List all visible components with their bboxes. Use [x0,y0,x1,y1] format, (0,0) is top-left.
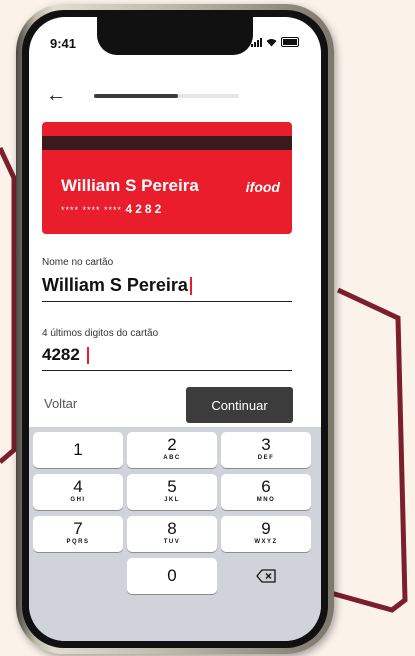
key-1[interactable]: 1 [33,432,123,468]
key-8[interactable]: 8 TUV [127,516,217,552]
progress-fill [94,94,179,98]
text-cursor [86,347,89,365]
name-field[interactable]: William S Pereira [42,275,292,302]
card-magnetic-stripe [42,136,292,150]
key-0[interactable]: 0 [127,558,217,594]
progress-bar [94,94,239,98]
name-value: William S Pereira [42,275,188,295]
phone-bezel: 9:41 ← William S Pereira **** **** **** … [22,10,328,648]
back-button[interactable]: Voltar [44,396,77,411]
card-number: **** **** **** 4282 [61,202,164,216]
ifood-logo: ifood [245,179,280,195]
digits-value: 4282 [42,345,80,364]
status-time: 9:41 [50,36,77,51]
key-5[interactable]: 5 JKL [127,474,217,510]
phone-screen: 9:41 ← William S Pereira **** **** **** … [29,17,321,641]
battery-icon [281,37,299,47]
back-arrow-icon[interactable]: ← [46,85,66,105]
form-actions: Voltar Continuar [29,379,321,427]
signal-icon [251,37,262,47]
numeric-keypad: 1 2 ABC 3 DEF 4 GHI 5 JKL 6 MNO 7 PQRS 8 TUV 9W… [29,427,321,641]
status-icons [251,37,299,47]
card-number-last: 4282 [125,202,165,216]
key-4[interactable]: 4 GHI [33,474,123,510]
backspace-icon [256,569,276,583]
name-label: Nome no cartão [42,257,114,268]
key-6[interactable]: 6 MNO [221,474,311,510]
card-holder-name: William S Pereira [61,176,199,195]
text-cursor [189,277,192,296]
notch [97,17,253,55]
card-number-masked: **** **** **** [61,205,123,215]
credit-card-preview: William S Pereira **** **** **** 4282 if… [42,122,292,234]
key-3[interactable]: 3 DEF [221,432,311,468]
continue-button[interactable]: Continuar [186,387,293,423]
phone-frame: 9:41 ← William S Pereira **** **** **** … [16,4,334,654]
wifi-icon [266,38,277,46]
key-9[interactable]: 9 WXYZ [221,516,311,552]
delete-key[interactable] [221,558,311,594]
key-2[interactable]: 2 ABC [127,432,217,468]
digits-label: 4 últimos digitos do cartão [42,328,159,339]
key-7[interactable]: 7 PQRS [33,516,123,552]
card-digits-field[interactable]: 4282 [42,345,292,371]
